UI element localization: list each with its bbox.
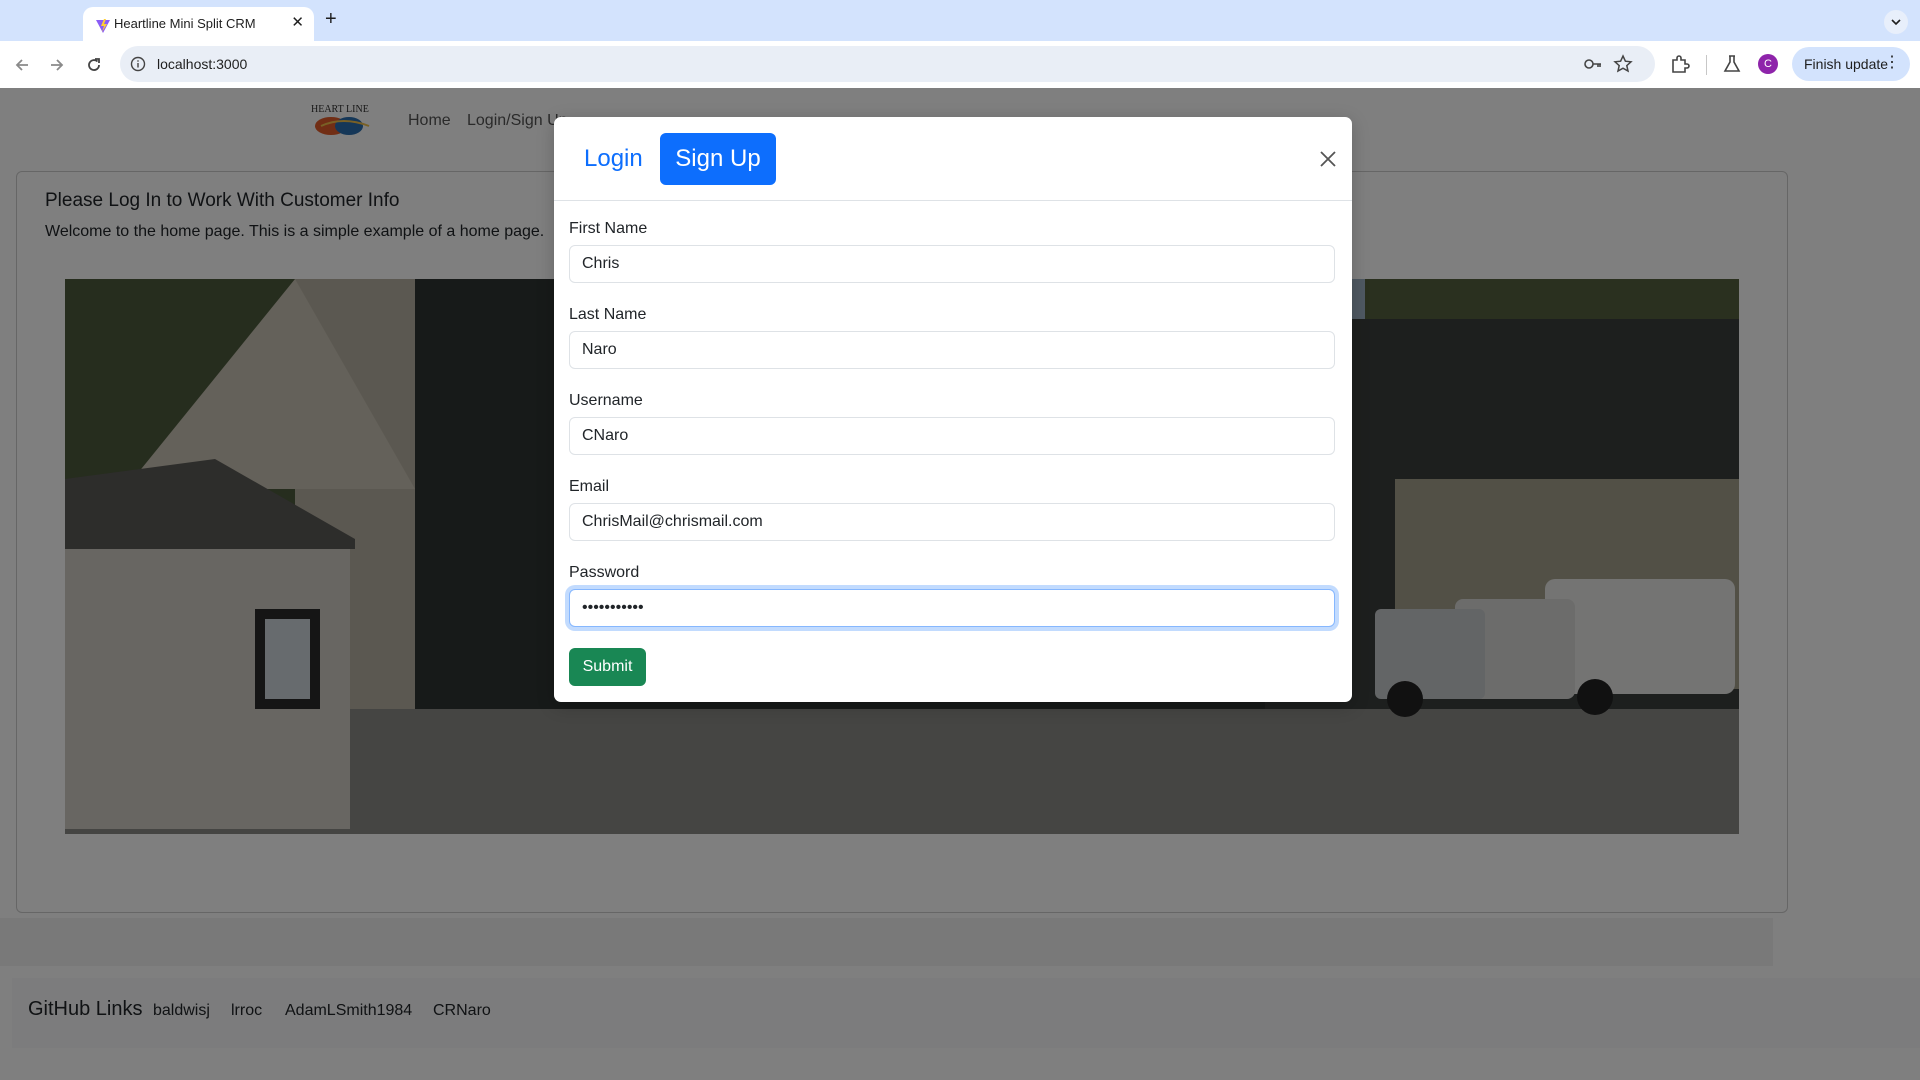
tab-login[interactable]: Login: [570, 133, 657, 185]
password-key-icon[interactable]: [1583, 55, 1603, 73]
labs-flask-icon[interactable]: [1721, 53, 1743, 75]
more-vert-icon[interactable]: ⋮: [1884, 55, 1900, 71]
password-label: Password: [569, 564, 640, 581]
tab-signup[interactable]: Sign Up: [660, 133, 776, 185]
finish-update-button[interactable]: Finish update ⋮: [1792, 47, 1910, 81]
username-input[interactable]: [569, 417, 1335, 455]
tab-title: Heartline Mini Split CRM: [114, 16, 256, 31]
browser-toolbar: localhost:3000 C Finish update ⋮: [0, 41, 1920, 88]
submit-button[interactable]: Submit: [569, 648, 646, 686]
finish-update-label: Finish update: [1804, 56, 1889, 72]
extensions-icon[interactable]: [1669, 53, 1691, 75]
close-icon[interactable]: [1318, 149, 1338, 169]
tab-search-icon[interactable]: [1884, 10, 1908, 34]
first-name-input[interactable]: [569, 245, 1335, 283]
address-bar[interactable]: localhost:3000: [120, 46, 1655, 82]
back-arrow-icon[interactable]: [10, 53, 34, 77]
email-label: Email: [569, 478, 610, 495]
site-info-icon[interactable]: [130, 56, 146, 72]
username-label: Username: [569, 392, 643, 409]
new-tab-icon[interactable]: +: [325, 9, 337, 29]
modal-header: Login Sign Up: [554, 117, 1352, 201]
profile-avatar[interactable]: C: [1758, 54, 1778, 74]
reload-icon[interactable]: [82, 53, 106, 77]
browser-tab[interactable]: Heartline Mini Split CRM ✕: [83, 7, 314, 41]
browser-tabstrip: Heartline Mini Split CRM ✕ +: [0, 0, 1920, 41]
url-text[interactable]: localhost:3000: [157, 56, 247, 72]
forward-arrow-icon[interactable]: [45, 53, 69, 77]
last-name-label: Last Name: [569, 306, 647, 323]
tab-close-icon[interactable]: ✕: [291, 15, 304, 31]
toolbar-separator: [1706, 55, 1707, 75]
vite-favicon-icon: [96, 19, 110, 33]
password-input[interactable]: [569, 589, 1335, 627]
first-name-label: First Name: [569, 220, 648, 237]
page-viewport: HEART LINE Home Login/Sign Up Please Log…: [0, 88, 1920, 1080]
last-name-input[interactable]: [569, 331, 1335, 369]
email-input[interactable]: [569, 503, 1335, 541]
signup-modal: Login Sign Up First Name Last Name Usern…: [554, 117, 1352, 702]
bookmark-star-icon[interactable]: [1613, 54, 1633, 74]
